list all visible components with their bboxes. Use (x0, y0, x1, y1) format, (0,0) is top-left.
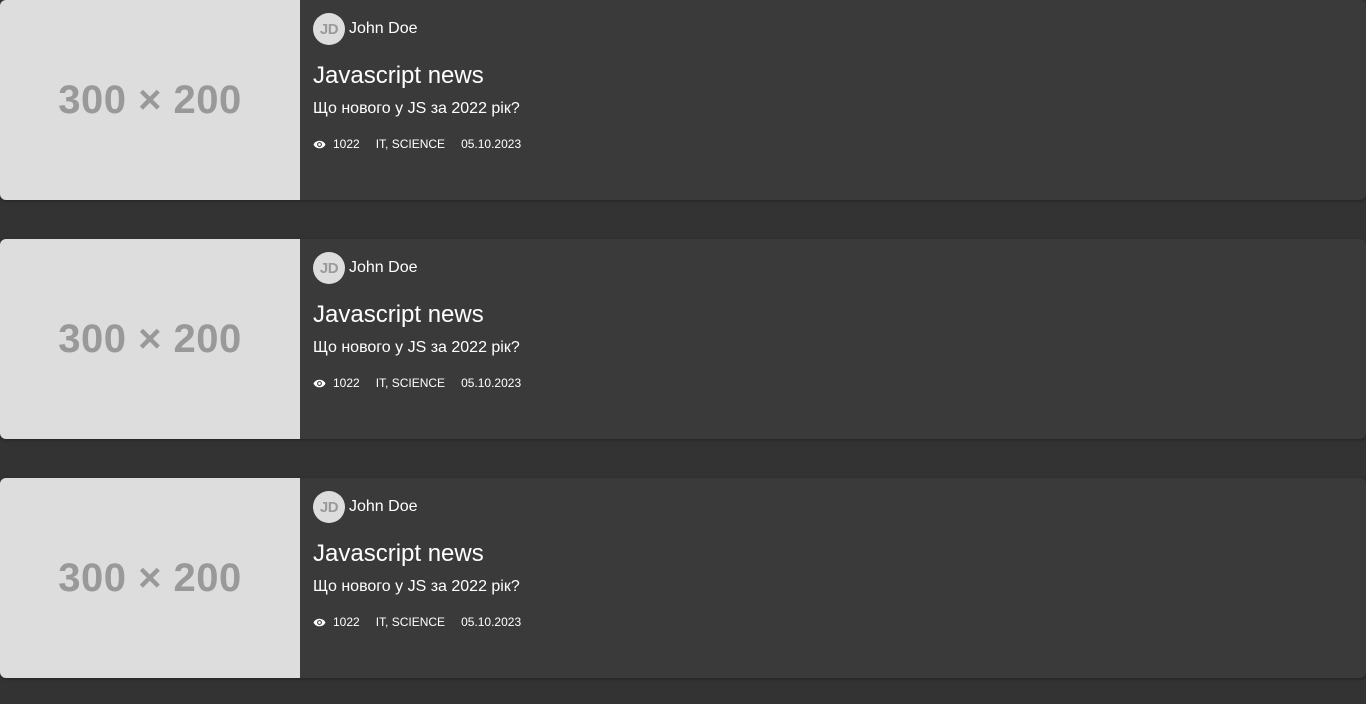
author-name[interactable]: John Doe (349, 20, 418, 38)
post-thumbnail[interactable]: 300 × 200 (0, 478, 300, 678)
post-author[interactable]: JD John Doe (313, 491, 418, 523)
eye-icon (313, 618, 326, 626)
post-date: 05.10.2023 (461, 376, 522, 390)
post-thumbnail[interactable]: 300 × 200 (0, 239, 300, 439)
post-subtitle: Що нового у JS за 2022 рік? (313, 339, 520, 356)
author-name[interactable]: John Doe (349, 259, 418, 277)
post-thumbnail[interactable]: 300 × 200 (0, 0, 300, 200)
views-value: 1022 (333, 376, 360, 390)
post-meta: 1022 IT, SCIENCE 05.10.2023 (313, 615, 521, 629)
eye-icon (313, 140, 326, 148)
post-content: JD John Doe Javascript news Що нового у … (300, 478, 1366, 678)
post-author[interactable]: JD John Doe (313, 252, 418, 284)
post-subtitle: Що нового у JS за 2022 рік? (313, 100, 520, 117)
post-subtitle: Що нового у JS за 2022 рік? (313, 578, 520, 595)
views-count: 1022 (313, 137, 360, 151)
avatar[interactable]: JD (313, 491, 345, 523)
post-feed: 300 × 200 JD John Doe Javascript news Що… (0, 0, 1366, 704)
post-title[interactable]: Javascript news (313, 540, 484, 568)
post-author[interactable]: JD John Doe (313, 13, 418, 45)
author-name[interactable]: John Doe (349, 498, 418, 516)
post-content: JD John Doe Javascript news Що нового у … (300, 0, 1366, 200)
views-count: 1022 (313, 376, 360, 390)
avatar[interactable]: JD (313, 13, 345, 45)
post-date: 05.10.2023 (461, 137, 522, 151)
eye-icon (313, 379, 326, 387)
views-count: 1022 (313, 615, 360, 629)
post-card[interactable]: 300 × 200 JD John Doe Javascript news Що… (0, 239, 1366, 439)
post-meta: 1022 IT, SCIENCE 05.10.2023 (313, 137, 521, 151)
post-title[interactable]: Javascript news (313, 62, 484, 90)
views-value: 1022 (333, 615, 360, 629)
post-tags[interactable]: IT, SCIENCE (376, 615, 445, 629)
post-title[interactable]: Javascript news (313, 301, 484, 329)
post-tags[interactable]: IT, SCIENCE (376, 376, 445, 390)
avatar[interactable]: JD (313, 252, 345, 284)
post-content: JD John Doe Javascript news Що нового у … (300, 239, 1366, 439)
post-date: 05.10.2023 (461, 615, 522, 629)
post-meta: 1022 IT, SCIENCE 05.10.2023 (313, 376, 521, 390)
post-tags[interactable]: IT, SCIENCE (376, 137, 445, 151)
post-card[interactable]: 300 × 200 JD John Doe Javascript news Що… (0, 0, 1366, 200)
views-value: 1022 (333, 137, 360, 151)
post-card[interactable]: 300 × 200 JD John Doe Javascript news Що… (0, 478, 1366, 678)
